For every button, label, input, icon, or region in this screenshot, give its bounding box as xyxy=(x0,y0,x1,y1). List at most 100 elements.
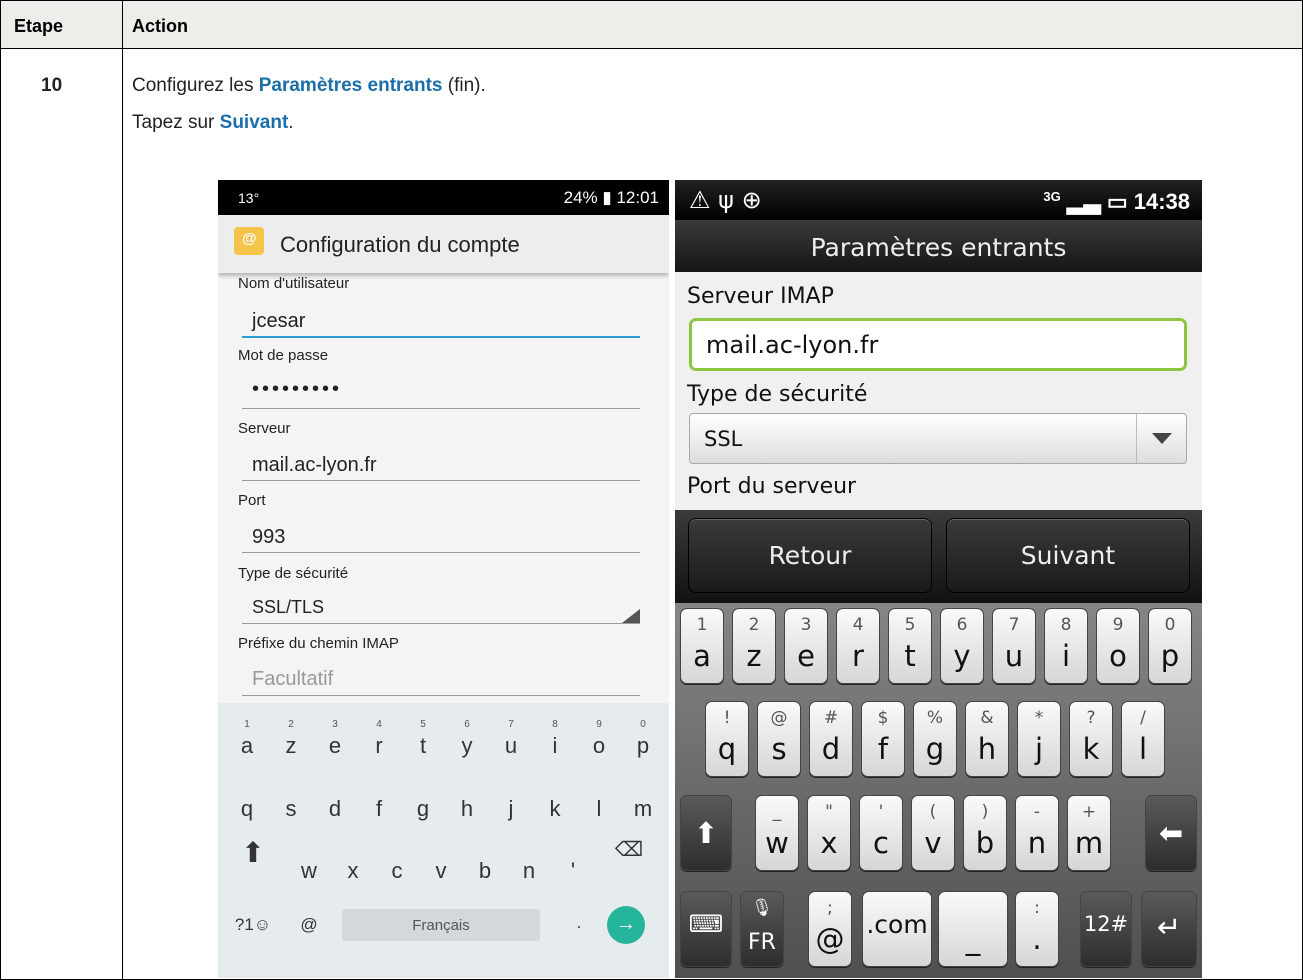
key-i[interactable]: 8i xyxy=(1044,608,1088,684)
key-u[interactable]: 7u xyxy=(992,608,1036,684)
key-secondary: + xyxy=(1081,802,1097,822)
key-j[interactable]: * j xyxy=(1017,701,1061,777)
security-type-select[interactable]: SSL xyxy=(689,413,1187,464)
key-a[interactable]: 1a xyxy=(680,608,724,684)
key-a[interactable]: a1 xyxy=(232,719,262,759)
key-primary: a xyxy=(693,639,711,673)
key-u[interactable]: u7 xyxy=(496,719,526,759)
symbols-key[interactable]: ?1☺ xyxy=(228,915,278,935)
key-o[interactable]: o9 xyxy=(584,719,614,759)
key-secondary: _ xyxy=(772,802,782,822)
key-n[interactable]: -n xyxy=(1015,795,1059,871)
key-h[interactable]: h xyxy=(452,796,482,822)
key-q[interactable]: ! q xyxy=(705,701,749,777)
key-secondary: 1 xyxy=(696,615,708,635)
dropdown-corner-icon xyxy=(622,609,640,623)
key-w[interactable]: _ w xyxy=(755,795,799,871)
key-k[interactable]: ? k xyxy=(1069,701,1113,777)
at-key[interactable]: @ xyxy=(294,915,324,935)
key-s[interactable]: s xyxy=(276,796,306,822)
key-w[interactable]: w xyxy=(294,858,324,884)
key-primary: h xyxy=(977,732,997,766)
key-v[interactable]: (v xyxy=(911,795,955,871)
key-secondary: 3 xyxy=(800,615,812,635)
key-o[interactable]: 9o xyxy=(1096,608,1140,684)
key-i[interactable]: i8 xyxy=(540,719,570,759)
key-y[interactable]: y6 xyxy=(452,719,482,759)
key-d[interactable]: # d xyxy=(809,701,853,777)
weather-status: 13° xyxy=(238,190,260,206)
security-type-select[interactable]: SSL/TLS xyxy=(252,597,324,618)
key-p[interactable]: p0 xyxy=(628,719,658,759)
left-phone-screenshot: 13° 24% ▮ 12:01 Configuration du compte … xyxy=(218,180,669,978)
key-apostrophe[interactable]: ' xyxy=(558,858,588,884)
key-hint-digit: 1 xyxy=(244,719,250,730)
key-r[interactable]: r4 xyxy=(364,719,394,759)
password-field[interactable]: ••••••••• xyxy=(252,378,342,401)
key-primary: k xyxy=(1082,732,1100,766)
key-m[interactable]: m xyxy=(628,796,658,822)
imap-prefix-field[interactable]: Facultatif xyxy=(252,668,333,691)
enter-key[interactable]: ↵ xyxy=(1141,891,1197,967)
key-primary: x xyxy=(820,826,838,860)
port-field[interactable]: 993 xyxy=(252,526,285,549)
back-button[interactable]: Retour xyxy=(688,518,932,593)
key-c[interactable]: ' c xyxy=(859,795,903,871)
key-l[interactable]: / l xyxy=(1121,701,1165,777)
server-field[interactable]: mail.ac-lyon.fr xyxy=(252,454,376,477)
microphone-key[interactable]: 🎙 FR xyxy=(740,891,784,967)
key-f[interactable]: f xyxy=(364,796,394,822)
key-l[interactable]: l xyxy=(584,796,614,822)
key-s[interactable]: @ s xyxy=(757,701,801,777)
imap-server-input[interactable]: mail.ac-lyon.fr xyxy=(689,318,1187,371)
notification-icons: ⚠ ψ ⊕ xyxy=(689,186,762,214)
key-p[interactable]: 0p xyxy=(1148,608,1192,684)
key-c[interactable]: c xyxy=(382,858,412,884)
username-field[interactable]: jcesar xyxy=(252,310,305,333)
key-b[interactable]: b xyxy=(470,858,500,884)
key-j[interactable]: j xyxy=(496,796,526,822)
key-t[interactable]: 5t xyxy=(888,608,932,684)
key-g[interactable]: % g xyxy=(913,701,957,777)
key-x[interactable]: x xyxy=(338,858,368,884)
key-z[interactable]: z2 xyxy=(276,719,306,759)
step-number: 10 xyxy=(41,75,63,96)
shift-key[interactable]: ⬆ xyxy=(680,795,732,871)
port-underline xyxy=(242,552,640,553)
key-v[interactable]: v xyxy=(426,858,456,884)
spacebar[interactable]: _ xyxy=(938,891,1008,967)
backspace-key[interactable]: ⬅ xyxy=(1145,795,1197,871)
next-button[interactable]: Suivant xyxy=(946,518,1190,593)
key-y[interactable]: 6y xyxy=(940,608,984,684)
period-key[interactable]: :. xyxy=(1015,891,1059,967)
key-g[interactable]: g xyxy=(408,796,438,822)
at-key[interactable]: ; @ xyxy=(808,891,852,967)
key-n[interactable]: n xyxy=(514,858,544,884)
key-f[interactable]: $ f xyxy=(861,701,905,777)
key-x[interactable]: " x xyxy=(807,795,851,871)
key-primary: p xyxy=(1160,639,1180,673)
key-r[interactable]: 4r xyxy=(836,608,880,684)
key-secondary: 5 xyxy=(904,615,916,635)
key-primary: e xyxy=(797,639,815,673)
key-q[interactable]: q xyxy=(232,796,262,822)
language-label: FR xyxy=(748,930,776,955)
spacebar[interactable]: Français xyxy=(342,909,540,941)
backspace-key[interactable]: ⌫ xyxy=(614,837,644,862)
go-arrow-icon[interactable]: → xyxy=(607,906,645,944)
key-k[interactable]: k xyxy=(540,796,570,822)
key-z[interactable]: 2z xyxy=(732,608,776,684)
key-t[interactable]: t5 xyxy=(408,719,438,759)
key-b[interactable]: ) b xyxy=(963,795,1007,871)
key-h[interactable]: & h xyxy=(965,701,1009,777)
numbers-key[interactable]: 12# xyxy=(1080,891,1132,967)
period-key[interactable]: . xyxy=(564,913,594,933)
key-e[interactable]: e3 xyxy=(320,719,350,759)
key-m[interactable]: + m xyxy=(1067,795,1111,871)
shift-key[interactable]: ⬆ xyxy=(238,836,268,869)
key-e[interactable]: 3e xyxy=(784,608,828,684)
dotcom-key[interactable]: .com xyxy=(862,891,932,967)
key-secondary: 6 xyxy=(956,615,968,635)
key-d[interactable]: d xyxy=(320,796,350,822)
keyboard-icon[interactable]: ⌨ xyxy=(680,891,732,967)
